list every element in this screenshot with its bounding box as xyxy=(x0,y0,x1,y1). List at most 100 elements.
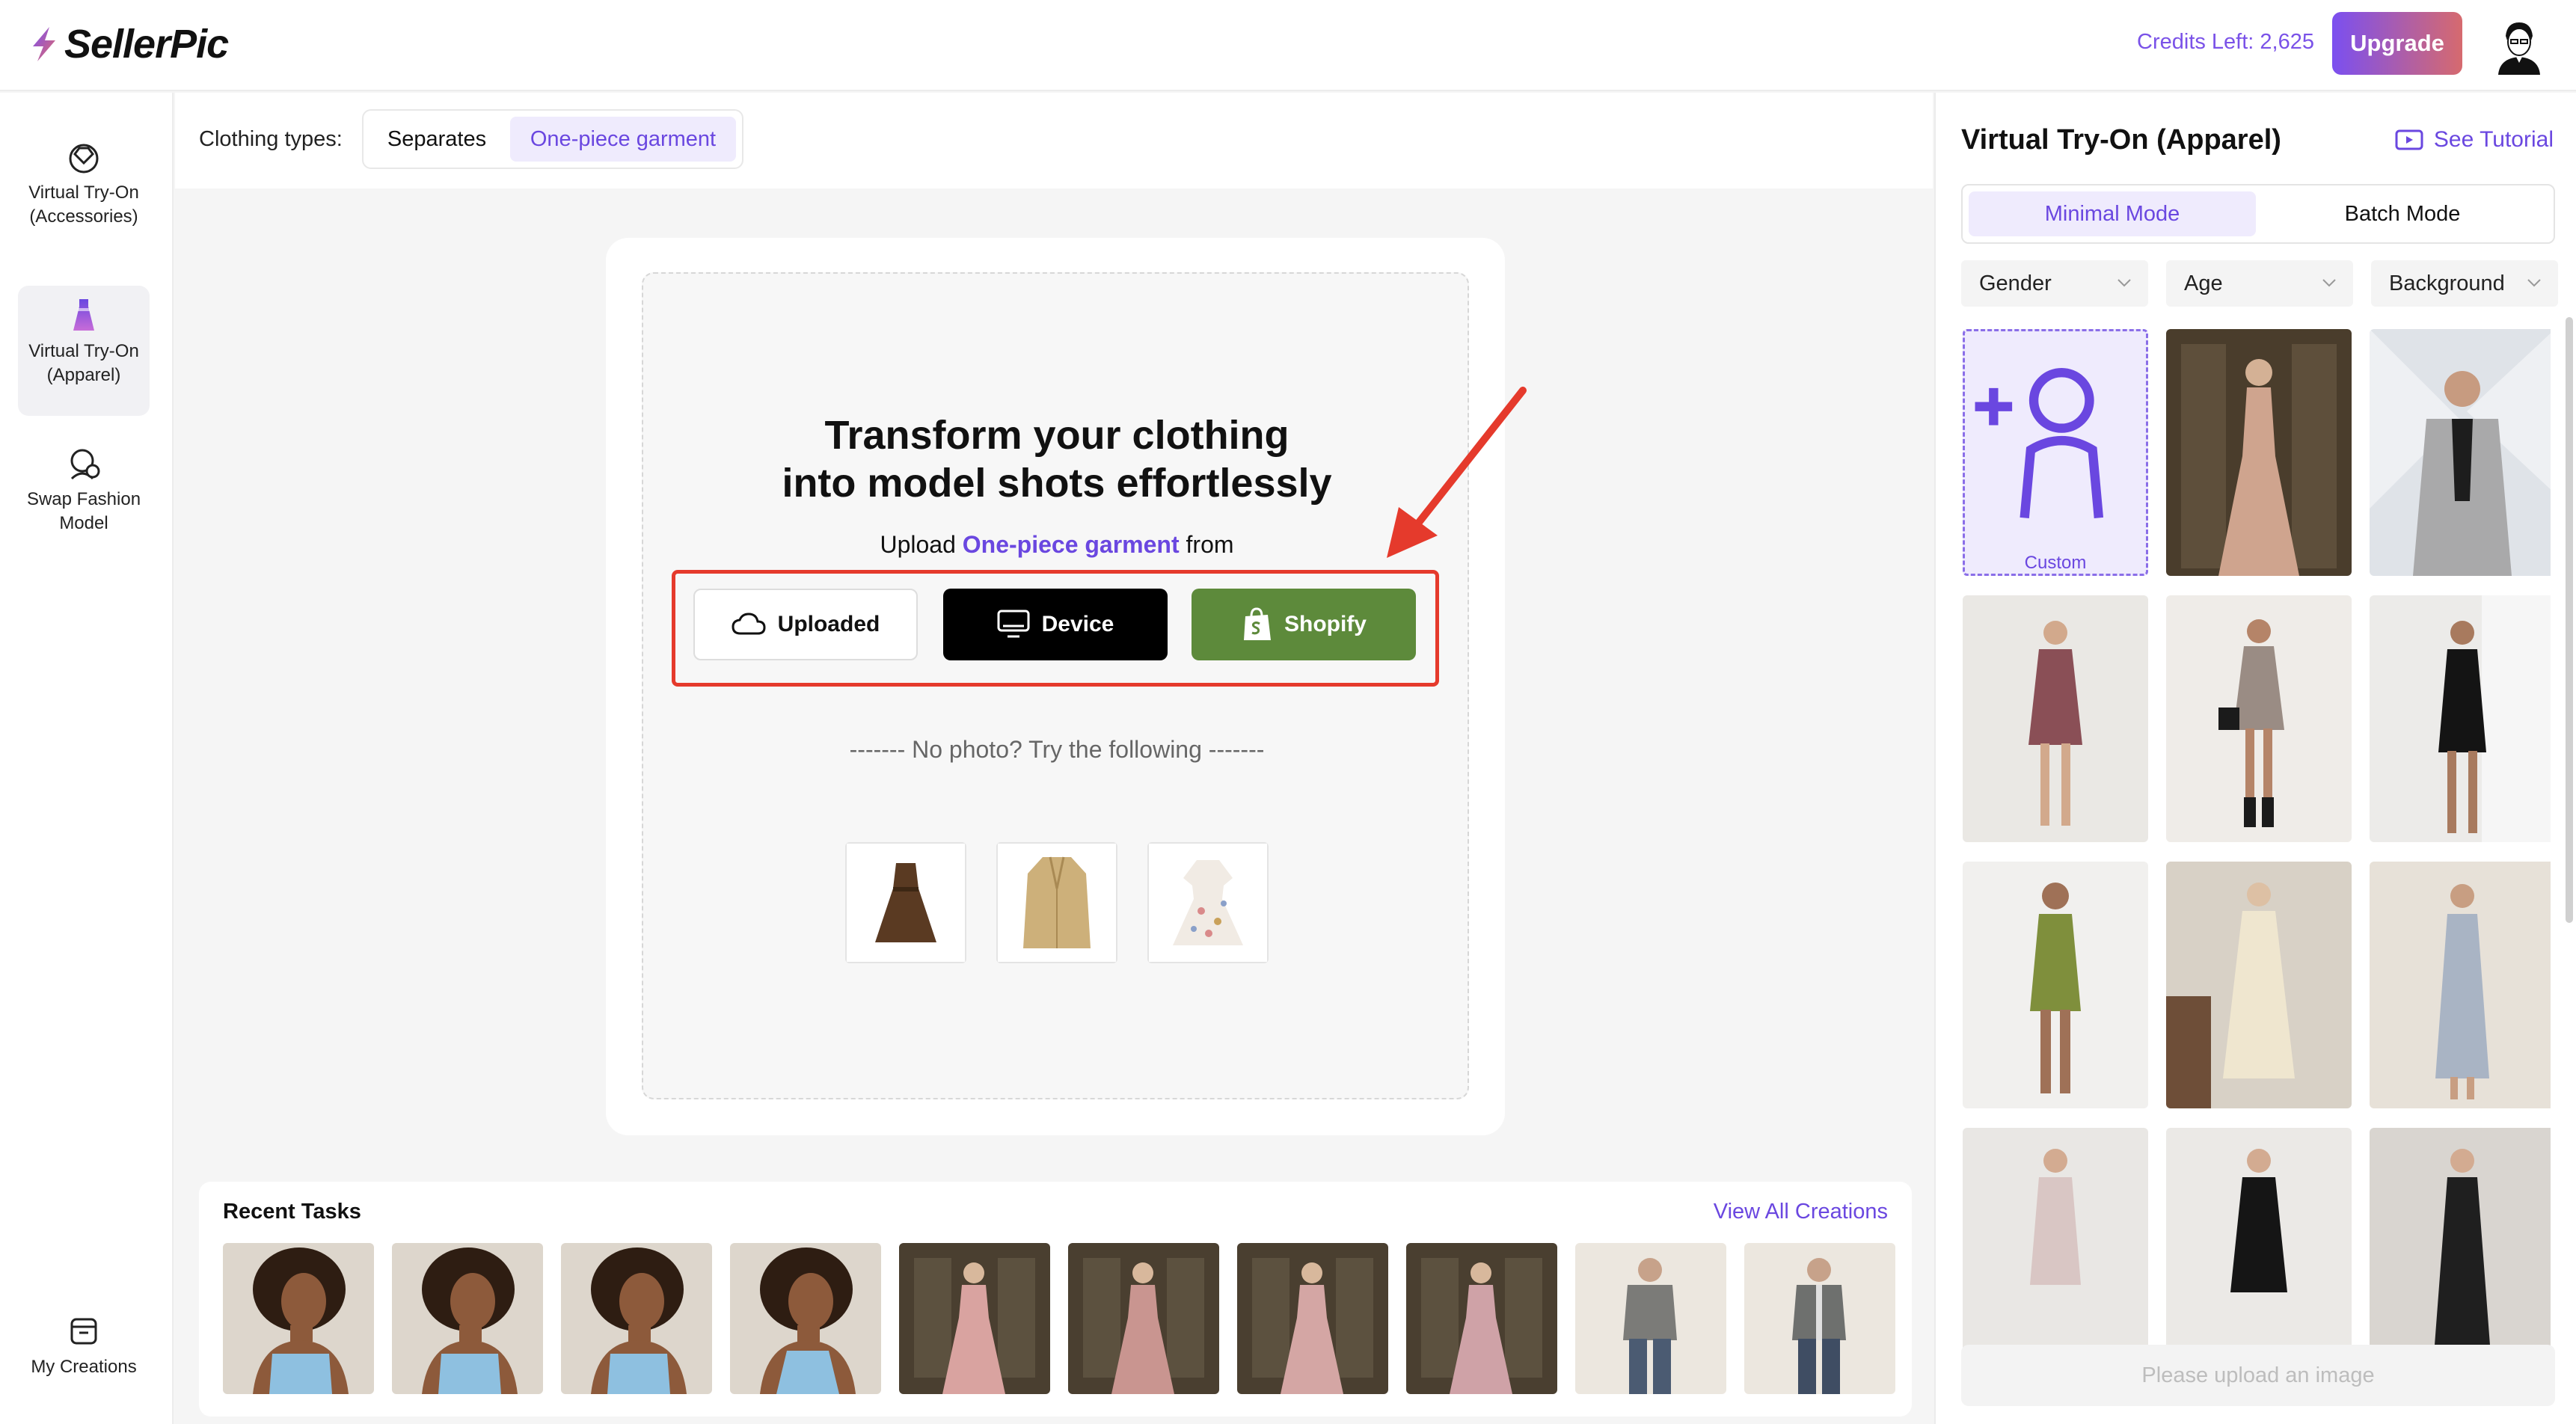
shopify-bag-icon xyxy=(1244,607,1271,640)
sample-beige-coat[interactable] xyxy=(996,842,1117,963)
recent-tasks-title: Recent Tasks xyxy=(223,1200,361,1224)
model-tile[interactable] xyxy=(2166,329,2352,576)
model-tile[interactable] xyxy=(2370,329,2551,576)
credits-left: Credits Left: 2,625 xyxy=(2137,30,2314,54)
clothing-type-bar: Clothing types: Separates One-piece garm… xyxy=(175,93,1933,188)
upload-headline: Transform your clothing into model shots… xyxy=(643,411,1471,507)
model-tile[interactable] xyxy=(2370,595,2551,842)
sample-floral-dress[interactable] xyxy=(1147,842,1269,963)
annotation-arrow-icon xyxy=(1387,387,1527,558)
model-tile[interactable] xyxy=(1963,1128,2148,1375)
recent-task-thumbnail[interactable] xyxy=(730,1243,881,1394)
nav-my-creations[interactable]: My Creations xyxy=(18,1301,150,1391)
recent-tasks-panel: Recent Tasks View All Creations xyxy=(199,1182,1912,1417)
add-person-icon xyxy=(1975,368,2104,519)
model-tile[interactable] xyxy=(2166,1128,2352,1375)
chevron-down-icon xyxy=(2527,279,2541,287)
recent-task-thumbnail[interactable] xyxy=(1575,1243,1726,1394)
upload-dropzone[interactable]: Transform your clothing into model shots… xyxy=(642,272,1469,1099)
main-workspace: Clothing types: Separates One-piece garm… xyxy=(175,93,1933,1424)
model-tile[interactable] xyxy=(2166,862,2352,1108)
upload-suffix: from xyxy=(1186,531,1234,558)
mode-segment: Minimal Mode Batch Mode xyxy=(1961,184,2555,244)
cloud-icon xyxy=(732,613,766,635)
see-tutorial-link[interactable]: See Tutorial xyxy=(2395,127,2554,153)
upload-garment-type: One-piece garment xyxy=(962,531,1180,558)
recent-task-thumbnail[interactable] xyxy=(561,1243,712,1394)
headline-line-1: Transform your clothing xyxy=(824,413,1289,458)
avatar[interactable] xyxy=(2488,13,2551,76)
model-tile[interactable] xyxy=(2166,595,2352,842)
nav-virtual-tryon-accessories[interactable]: Virtual Try-On (Accessories) xyxy=(18,127,150,269)
folder-icon xyxy=(70,1318,97,1345)
option-one-piece-garment[interactable]: One-piece garment xyxy=(510,117,736,162)
upgrade-button[interactable]: Upgrade xyxy=(2332,12,2462,75)
right-settings-panel: Virtual Try-On (Apparel) See Tutorial Mi… xyxy=(1934,93,2576,1424)
sample-garments xyxy=(845,842,1269,963)
gem-icon xyxy=(69,144,99,174)
chevron-down-icon xyxy=(2322,279,2336,287)
shopify-button[interactable]: Shopify xyxy=(1192,589,1416,660)
top-header: SellerPic Credits Left: 2,625 Upgrade xyxy=(0,0,2576,91)
gender-dropdown[interactable]: Gender xyxy=(1961,260,2148,307)
upload-card: Transform your clothing into model shots… xyxy=(606,238,1505,1135)
model-tile[interactable] xyxy=(1963,862,2148,1108)
device-label: Device xyxy=(1041,612,1114,636)
recent-task-thumbnail[interactable] xyxy=(1406,1243,1557,1394)
recent-task-thumbnail[interactable] xyxy=(1068,1243,1219,1394)
logo-mark-icon xyxy=(33,27,55,61)
recent-task-thumbnail[interactable] xyxy=(1744,1243,1895,1394)
panel-title: Virtual Try-On (Apparel) xyxy=(1961,124,2281,156)
age-label: Age xyxy=(2184,271,2223,295)
panel-scrollbar[interactable] xyxy=(2566,317,2573,923)
nav-swap-fashion-model[interactable]: Swap Fashion Model xyxy=(18,434,150,561)
recent-task-thumbnail[interactable] xyxy=(899,1243,1050,1394)
see-tutorial-label: See Tutorial xyxy=(2433,127,2554,152)
user-avatar-icon xyxy=(2488,14,2550,76)
model-tile[interactable] xyxy=(1963,595,2148,842)
logo[interactable]: SellerPic xyxy=(28,18,229,70)
model-tile[interactable] xyxy=(2370,862,2551,1108)
nav-item-label: My Creations xyxy=(31,1357,137,1377)
recent-task-thumbnail[interactable] xyxy=(1237,1243,1388,1394)
batch-mode-tab[interactable]: Batch Mode xyxy=(2259,191,2546,236)
dress-icon xyxy=(73,299,94,331)
view-all-creations-link[interactable]: View All Creations xyxy=(1714,1200,1888,1224)
background-label: Background xyxy=(2389,271,2505,295)
device-button[interactable]: Device xyxy=(943,589,1168,660)
video-icon xyxy=(2395,129,2423,150)
monitor-icon xyxy=(997,610,1030,638)
custom-label: Custom xyxy=(2024,553,2087,573)
nav-virtual-tryon-apparel[interactable]: Virtual Try-On (Apparel) xyxy=(18,286,150,416)
upload-source-buttons: Uploaded Device Shopify xyxy=(672,570,1439,687)
beige-coat-image xyxy=(998,844,1116,962)
model-tile[interactable] xyxy=(2370,1128,2551,1375)
recent-task-thumbnails xyxy=(223,1243,1895,1394)
background-dropdown[interactable]: Background xyxy=(2371,260,2558,307)
minimal-mode-tab[interactable]: Minimal Mode xyxy=(1969,191,2256,236)
floral-dress-image xyxy=(1149,844,1267,962)
face-swap-icon xyxy=(70,449,100,480)
clothing-types-label: Clothing types: xyxy=(199,127,343,151)
nav-item-label: Swap Fashion Model xyxy=(26,489,141,533)
nav-item-label: Virtual Try-On (Apparel) xyxy=(28,341,139,385)
shopify-label: Shopify xyxy=(1284,612,1367,636)
brand-name: SellerPic xyxy=(64,22,229,67)
sample-brown-dress[interactable] xyxy=(845,842,966,963)
uploaded-label: Uploaded xyxy=(777,612,880,636)
upload-instruction: Upload One-piece garment from xyxy=(643,531,1471,559)
left-sidebar: Virtual Try-On (Accessories) Virtual Try… xyxy=(0,93,174,1424)
clothing-type-segment: Separates One-piece garment xyxy=(362,109,743,169)
model-grid: Custom xyxy=(1963,329,2551,1406)
nav-item-label: Virtual Try-On (Accessories) xyxy=(28,182,139,227)
uploaded-button[interactable]: Uploaded xyxy=(693,589,918,660)
custom-model-tile[interactable]: Custom xyxy=(1963,329,2148,576)
gender-label: Gender xyxy=(1979,271,2052,295)
recent-task-thumbnail[interactable] xyxy=(223,1243,374,1394)
brown-dress-image xyxy=(847,844,965,962)
age-dropdown[interactable]: Age xyxy=(2166,260,2353,307)
upload-prefix: Upload xyxy=(880,531,956,558)
recent-task-thumbnail[interactable] xyxy=(392,1243,543,1394)
please-upload-button[interactable]: Please upload an image xyxy=(1961,1345,2555,1406)
option-separates[interactable]: Separates xyxy=(369,117,504,162)
